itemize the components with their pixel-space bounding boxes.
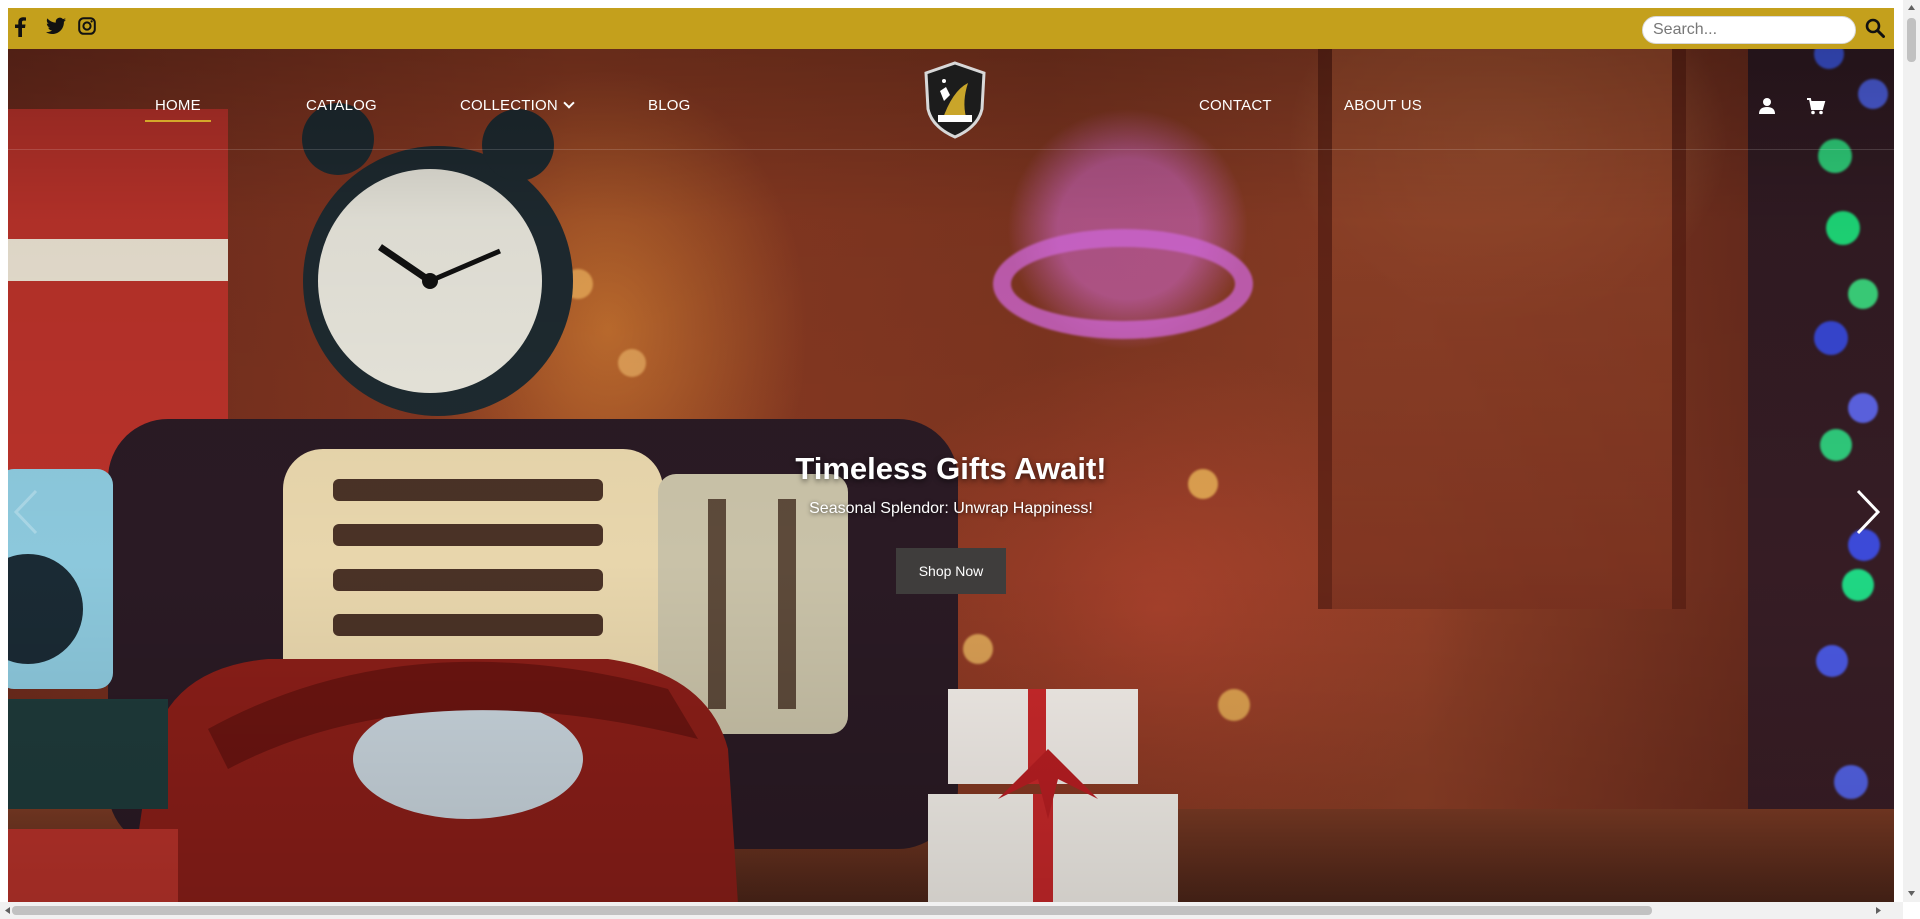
brand-logo[interactable]: [922, 61, 988, 139]
search-button[interactable]: [1856, 15, 1894, 45]
next-slide-arrow[interactable]: [1850, 487, 1886, 537]
horizontal-scrollbar[interactable]: [0, 902, 1903, 919]
shop-now-button[interactable]: Shop Now: [896, 548, 1006, 594]
top-bar: [8, 8, 1894, 49]
nav-blog[interactable]: BLOG: [648, 97, 690, 114]
search-icon: [1865, 18, 1885, 43]
prev-slide-arrow[interactable]: [8, 487, 44, 537]
search-input[interactable]: [1642, 16, 1856, 44]
vertical-scrollbar[interactable]: [1903, 0, 1920, 902]
twitter-icon[interactable]: [46, 17, 66, 39]
horizontal-scroll-thumb[interactable]: [12, 906, 1652, 915]
nav-collection-label: COLLECTION: [460, 97, 558, 114]
nav-home[interactable]: HOME: [145, 97, 211, 122]
page: HOME CATALOG COLLECTION BLOG CONTACT ABO…: [8, 8, 1894, 904]
facebook-icon[interactable]: [14, 17, 34, 39]
main-nav: HOME CATALOG COLLECTION BLOG CONTACT ABO…: [8, 49, 1894, 150]
chevron-down-icon: [563, 97, 575, 109]
nav-collection[interactable]: COLLECTION: [460, 97, 575, 114]
instagram-icon[interactable]: [78, 17, 98, 39]
hero-subtitle: Seasonal Splendor: Unwrap Happiness!: [809, 500, 1093, 517]
user-icon[interactable]: [1758, 97, 1778, 117]
nav-contact[interactable]: CONTACT: [1199, 97, 1272, 114]
hero-slider: HOME CATALOG COLLECTION BLOG CONTACT ABO…: [8, 49, 1894, 904]
nav-catalog[interactable]: CATALOG: [306, 97, 377, 114]
vertical-scroll-thumb[interactable]: [1907, 18, 1916, 62]
search-bar: [1642, 15, 1894, 45]
nav-about-us[interactable]: ABOUT US: [1344, 97, 1422, 114]
hero-title: Timeless Gifts Await!: [795, 451, 1107, 486]
social-links: [14, 17, 98, 39]
cart-icon[interactable]: [1806, 97, 1826, 117]
